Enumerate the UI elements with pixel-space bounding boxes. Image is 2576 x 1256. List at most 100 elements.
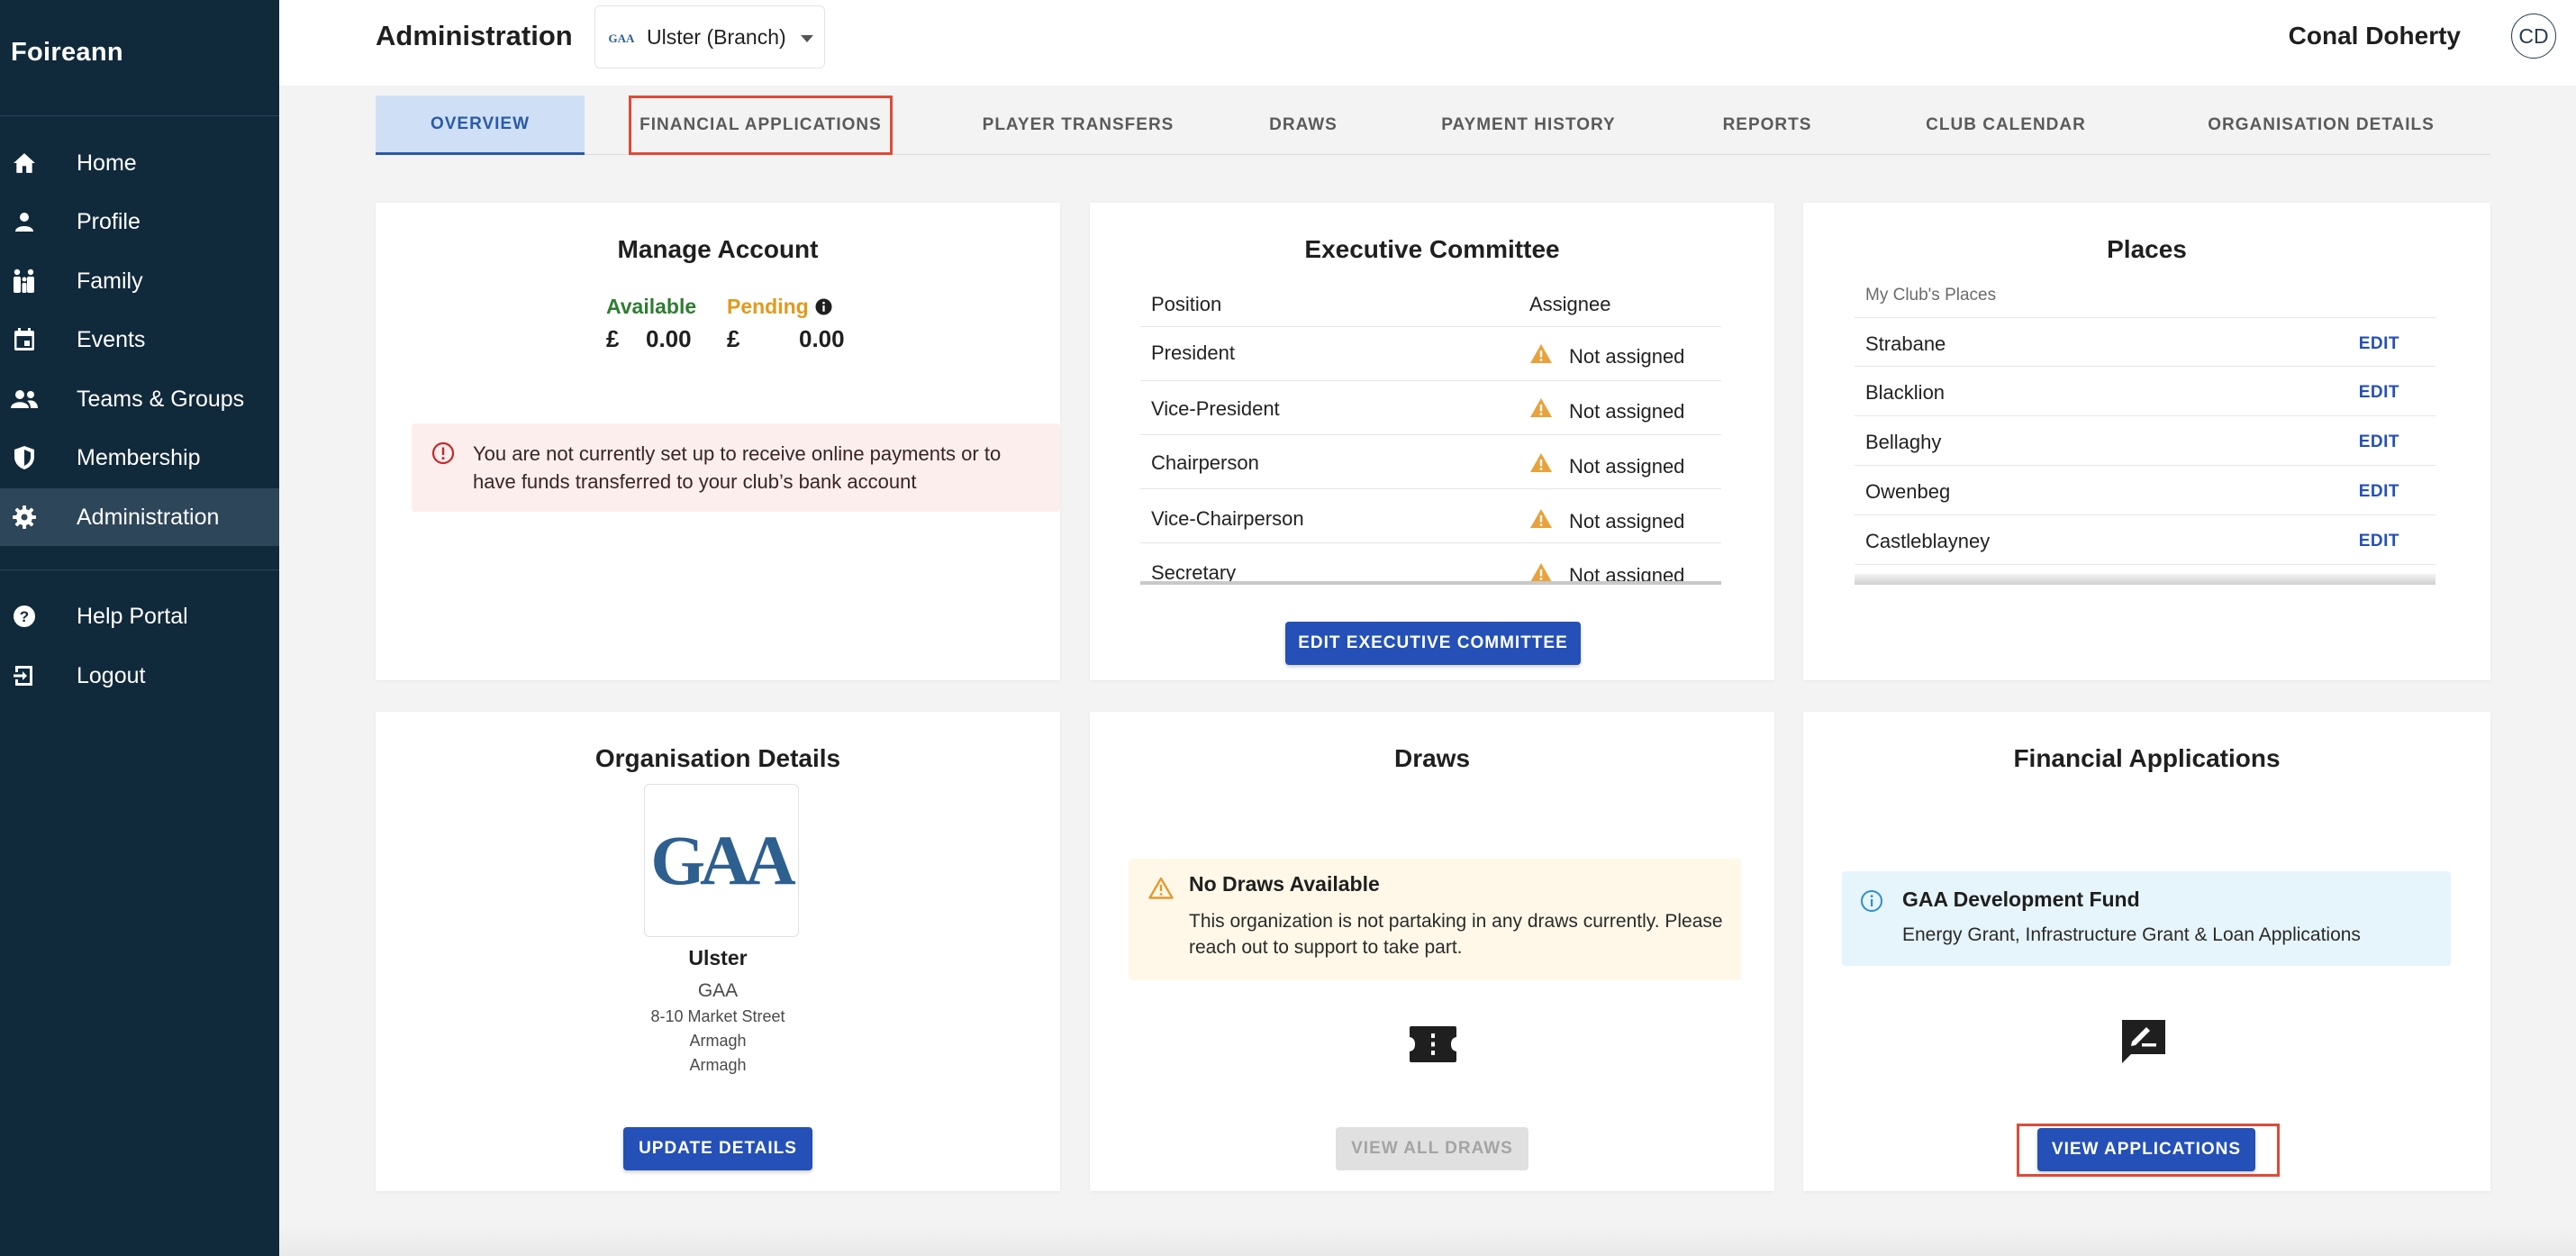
sidebar-item-family[interactable]: Family (0, 252, 279, 310)
sidebar-item-logout[interactable]: Logout (0, 647, 279, 705)
financial-applications-card: Financial Applications GAA Development F… (1803, 712, 2490, 1191)
card-title: Places (2107, 235, 2187, 263)
assignee-cell: Not assigned (1569, 400, 1685, 423)
sidebar-item-label: Administration (77, 504, 220, 530)
avatar[interactable]: CD (2511, 14, 2556, 59)
edit-place-button[interactable]: EDIT (2359, 482, 2399, 502)
pending-value: 0.00 (799, 325, 845, 352)
available-currency: £ (606, 325, 620, 352)
available-label: Available (606, 295, 697, 318)
warning-outline-icon (1148, 877, 1174, 904)
sidebar-divider (0, 115, 279, 116)
sidebar-item-teams-groups[interactable]: Teams & Groups (0, 370, 279, 428)
sidebar-item-profile[interactable]: Profile (0, 193, 279, 250)
sidebar-item-label: Teams & Groups (77, 386, 245, 412)
info-outline-icon (1860, 889, 1883, 917)
home-icon (11, 150, 38, 177)
ticket-icon (1408, 1024, 1458, 1069)
user-name[interactable]: Conal Doherty (2289, 22, 2461, 50)
warning-icon (1529, 562, 1553, 581)
sidebar-item-label: Membership (77, 444, 201, 470)
footer-shadow (279, 1225, 2576, 1256)
card-title: Draws (1393, 744, 1471, 772)
sidebar-item-home[interactable]: Home (0, 134, 279, 192)
executive-committee-card: Executive Committee Position Assignee Pr… (1090, 203, 1774, 680)
help-icon: ? (11, 603, 38, 630)
position-cell: Chairperson (1151, 451, 1259, 474)
tab-reports[interactable]: REPORTS (1691, 96, 1844, 155)
place-name: Castleblayney (1865, 530, 1991, 552)
tab-payment-history[interactable]: PAYMENT HISTORY (1411, 96, 1646, 155)
development-fund-info: GAA Development Fund Energy Grant, Infra… (1842, 871, 2451, 966)
available-value: 0.00 (646, 325, 692, 352)
manage-account-card: Manage Account Available £ 0.00 Pending … (376, 203, 1060, 680)
tab-draws[interactable]: DRAWS (1240, 96, 1366, 155)
sidebar-item-label: Profile (77, 208, 141, 234)
edit-place-button[interactable]: EDIT (2359, 432, 2399, 452)
organisation-name: Ulster (688, 946, 748, 969)
table-row: President Not assigned (1140, 327, 1721, 381)
sidebar-item-label: Family (77, 268, 143, 294)
warning-icon (1529, 452, 1553, 478)
sidebar-item-label: Logout (77, 662, 146, 688)
sidebar-item-help-portal[interactable]: ? Help Portal (0, 587, 279, 645)
card-title: Organisation Details (594, 744, 841, 772)
address-line: Armagh (689, 1032, 747, 1050)
info-icon[interactable] (815, 298, 832, 320)
column-header-assignee: Assignee (1529, 293, 1611, 315)
assignee-cell: Not assigned (1569, 455, 1685, 478)
list-item: Blacklion EDIT (1855, 367, 2435, 416)
gear-icon (11, 504, 38, 531)
sidebar: Foireann Home Profile Family Events Team… (0, 0, 279, 1256)
tab-club-calendar[interactable]: CLUB CALENDAR (1898, 96, 2114, 155)
position-cell: Vice-Chairperson (1151, 507, 1304, 530)
organisation-select[interactable]: GAA Ulster (Branch) (594, 5, 825, 68)
sidebar-item-label: Home (77, 150, 137, 176)
card-title: Manage Account (617, 235, 819, 263)
address-line: 8-10 Market Street (650, 1007, 785, 1025)
card-title: Executive Committee (1304, 235, 1560, 263)
payments-alert: You are not currently set up to receive … (412, 423, 1060, 512)
place-name: Bellaghy (1865, 431, 1942, 453)
organisation-type: GAA (697, 980, 739, 1001)
edit-place-button[interactable]: EDIT (2359, 532, 2399, 551)
position-cell: President (1151, 341, 1235, 364)
development-fund-title: GAA Development Fund (1902, 887, 2140, 911)
pending-currency: £ (727, 325, 740, 352)
gaa-logo-icon: GAA (650, 821, 801, 899)
person-icon (11, 208, 38, 235)
sidebar-item-administration[interactable]: Administration (0, 488, 279, 546)
edit-place-button[interactable]: EDIT (2359, 383, 2399, 403)
edit-place-button[interactable]: EDIT (2359, 334, 2399, 354)
update-details-button[interactable]: UPDATE DETAILS (623, 1127, 812, 1170)
assignee-cell: Not assigned (1569, 510, 1685, 532)
tab-player-transfers[interactable]: PLAYER TRANSFERS (961, 96, 1195, 155)
table-row: Vice-President Not assigned (1140, 381, 1721, 435)
no-draws-alert-title: No Draws Available (1189, 872, 1380, 896)
error-outline-icon (431, 441, 455, 469)
draws-card: Draws No Draws Available This organizati… (1090, 712, 1774, 1191)
table-header-row: Position Assignee (1140, 280, 1721, 327)
warning-icon (1529, 508, 1553, 533)
svg-text:?: ? (20, 608, 29, 625)
address-line: Armagh (689, 1056, 747, 1074)
sidebar-item-events[interactable]: Events (0, 311, 279, 369)
sidebar-item-membership[interactable]: Membership (0, 429, 279, 487)
svg-text:GAA: GAA (609, 32, 635, 45)
list-item: Owenbeg EDIT (1855, 466, 2435, 515)
card-title: Financial Applications (2013, 744, 2281, 772)
tab-overview[interactable]: OVERVIEW (376, 96, 585, 155)
warning-icon (1529, 343, 1553, 369)
chevron-down-icon (801, 35, 813, 42)
organisation-select-value: Ulster (Branch) (647, 24, 786, 49)
tab-financial-applications[interactable]: FINANCIAL APPLICATIONS (629, 96, 893, 155)
tab-organisation-details[interactable]: ORGANISATION DETAILS (2168, 96, 2474, 155)
logo-text: GAA (650, 821, 795, 899)
gaa-logo-icon: GAA (609, 32, 635, 45)
edit-executive-committee-button[interactable]: EDIT EXECUTIVE COMMITTEE (1285, 622, 1581, 665)
view-all-draws-button[interactable]: VIEW ALL DRAWS (1336, 1127, 1528, 1170)
place-name: Owenbeg (1865, 480, 1951, 503)
assignee-cell: Not assigned (1569, 345, 1685, 368)
page-title: Administration (376, 20, 573, 51)
calendar-icon (11, 326, 38, 353)
